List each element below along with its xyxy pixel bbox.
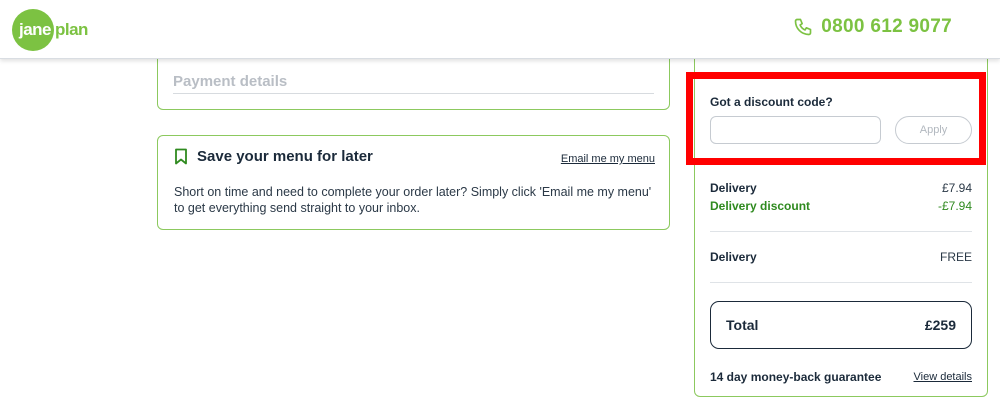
money-back-guarantee: 14 day money-back guarantee [710, 370, 882, 384]
delivery-total-row: Delivery FREE [710, 250, 972, 264]
phone-number[interactable]: 0800 612 9077 [821, 16, 952, 38]
delivery-discount-value: -£7.94 [937, 199, 972, 213]
delivery-row: Delivery £7.94 [710, 181, 972, 195]
save-menu-header: Save your menu for later [174, 148, 373, 165]
payment-divider [173, 93, 654, 94]
delivery-value: £7.94 [941, 181, 972, 195]
phone-contact[interactable]: 0800 612 9077 [793, 16, 952, 38]
phone-icon [794, 18, 812, 36]
logo-circle: jane [12, 9, 54, 51]
summary-divider [710, 282, 972, 283]
payment-details-label[interactable]: Payment details [173, 73, 287, 90]
total-value: £259 [924, 317, 956, 333]
janeplan-logo[interactable]: jane plan [12, 9, 88, 51]
delivery-total-value: FREE [939, 250, 972, 264]
logo-text-plan: plan [55, 20, 88, 39]
discount-code-input[interactable] [710, 116, 881, 144]
save-menu-card: Save your menu for later Email me my men… [157, 135, 670, 230]
apply-discount-button[interactable]: Apply [895, 116, 972, 144]
logo-text-jane: jane [19, 20, 52, 39]
view-details-link[interactable]: View details [914, 371, 973, 383]
delivery-label: Delivery [710, 181, 757, 195]
site-header: jane plan 0800 612 9077 [0, 0, 1000, 59]
email-me-my-menu-link[interactable]: Email me my menu [561, 153, 655, 165]
save-menu-title: Save your menu for later [197, 148, 373, 165]
discount-code-label: Got a discount code? [710, 95, 833, 109]
order-total-box: Total £259 [710, 301, 972, 349]
delivery-discount-label: Delivery discount [710, 199, 811, 213]
summary-divider [710, 231, 972, 232]
bookmark-icon [175, 148, 187, 165]
total-label: Total [726, 317, 759, 333]
delivery-total-label: Delivery [710, 250, 757, 264]
save-menu-description: Short on time and need to complete your … [174, 185, 652, 215]
delivery-discount-row: Delivery discount -£7.94 [710, 199, 972, 213]
